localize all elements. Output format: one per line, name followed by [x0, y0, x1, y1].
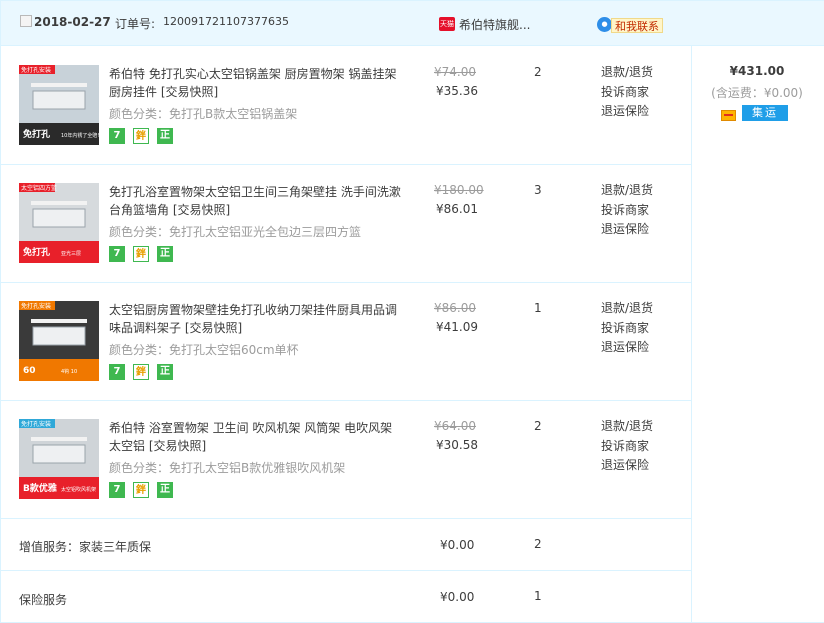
item-quantity: 2: [534, 65, 542, 79]
order-checkbox[interactable]: [20, 15, 32, 27]
genuine-icon[interactable]: 正: [157, 364, 173, 380]
product-title-link[interactable]: 太空铝厨房置物架壁挂免打孔收纳刀架挂件厨具用品调味品调料架子 [交易快照]: [109, 301, 404, 337]
product-title-link[interactable]: 希伯特 免打孔实心太空铝锅盖架 厨房置物架 锅盖挂架 厨房挂件 [交易快照]: [109, 65, 404, 101]
order-item-row: 免打孔安装 60 4钩 10 太空铝厨房置物架壁挂免打孔收纳刀架挂件厨具用品调味…: [1, 282, 691, 400]
order-item-row: 太空铝四方篮 免打孔 亚光三层 免打孔浴室置物架太空铝卫生间三角架壁挂 洗手间洗…: [1, 164, 691, 282]
seven-day-return-icon[interactable]: 7: [109, 482, 125, 498]
product-spec: 颜色分类：免打孔太空铝B款优雅银吹风机架: [109, 461, 346, 475]
product-thumbnail[interactable]: 免打孔安装 B款优雅 太空铝吹风机架: [19, 419, 99, 499]
order-header: 2018-02-27 订单号: 120091721107377635 天猫 希伯…: [1, 0, 824, 46]
refund-return-link[interactable]: 退款/退货: [601, 63, 653, 83]
thumb-top-text: 免打孔安装: [21, 420, 51, 428]
genuine-icon[interactable]: 正: [157, 482, 173, 498]
order-date: 2018-02-27: [34, 15, 111, 29]
product-spec: 颜色分类：免打孔太空铝亚光全包边三层四方篮: [109, 225, 362, 239]
order-number-label: 订单号:: [115, 17, 156, 31]
service-price: ¥0.00: [440, 590, 475, 604]
item-actions: 退款/退货 投诉商家 退运保险: [601, 63, 653, 122]
consolidated-shipping-badge[interactable]: 集运: [742, 105, 788, 121]
shop-name-link[interactable]: 希伯特旗舰...: [459, 16, 530, 33]
chat-bubble-icon: ●: [597, 17, 612, 32]
item-actions: 退款/退货 投诉商家 退运保险: [601, 181, 653, 240]
contact-seller-label: 和我联系: [611, 18, 663, 33]
item-actions: 退款/退货 投诉商家 退运保险: [601, 299, 653, 358]
paid-price: ¥35.36: [436, 84, 478, 98]
complain-seller-link[interactable]: 投诉商家: [601, 437, 653, 457]
complain-seller-link[interactable]: 投诉商家: [601, 83, 653, 103]
original-price: ¥64.00: [434, 419, 476, 433]
return-shipping-insurance-link[interactable]: 退运保险: [601, 338, 653, 358]
product-thumbnail[interactable]: 免打孔安装 60 4钩 10: [19, 301, 99, 381]
paid-price: ¥86.01: [436, 202, 478, 216]
refund-return-link[interactable]: 退款/退货: [601, 299, 653, 319]
order-number: 120091721107377635: [163, 15, 289, 28]
service-label: 增值服务：家装三年质保: [19, 540, 152, 554]
guarantee-icon[interactable]: 鉡: [133, 246, 149, 262]
order-item-row: 免打孔安装 免打孔 10年内锈了全赔! 希伯特 免打孔实心太空铝锅盖架 厨房置物…: [1, 46, 691, 164]
complain-seller-link[interactable]: 投诉商家: [601, 319, 653, 339]
seven-day-return-icon[interactable]: 7: [109, 364, 125, 380]
shipping-fee: (含运费：¥0.00): [711, 86, 803, 100]
service-row-insurance: 保险服务 ¥0.00 1: [1, 570, 691, 622]
paid-price: ¥30.58: [436, 438, 478, 452]
product-title-link[interactable]: 免打孔浴室置物架太空铝卫生间三角架壁挂 洗手间洗漱台角篮墙角 [交易快照]: [109, 183, 404, 219]
thumb-main-text: 免打孔: [23, 128, 50, 140]
product-title-link[interactable]: 希伯特 浴室置物架 卫生间 吹风机架 风筒架 电吹风架 太空铝 [交易快照]: [109, 419, 404, 455]
product-thumbnail[interactable]: 太空铝四方篮 免打孔 亚光三层: [19, 183, 99, 263]
product-spec: 颜色分类：免打孔B款太空铝锅盖架: [109, 107, 298, 121]
tmall-icon: 天猫: [439, 17, 455, 31]
guarantee-icon[interactable]: 鉡: [133, 128, 149, 144]
thumb-sub-text: 4钩 10: [61, 368, 77, 375]
refund-return-link[interactable]: 退款/退货: [601, 417, 653, 437]
genuine-icon[interactable]: 正: [157, 246, 173, 262]
service-label: 保险服务: [19, 593, 68, 607]
bank-card-icon: [721, 110, 736, 121]
seven-day-return-icon[interactable]: 7: [109, 128, 125, 144]
item-quantity: 1: [534, 301, 542, 315]
thumb-main-text: 免打孔: [23, 246, 50, 258]
thumb-sub-text: 太空铝吹风机架: [61, 486, 96, 493]
total-amount: ¥431.00: [729, 64, 785, 78]
thumb-top-text: 免打孔安装: [21, 302, 51, 310]
thumb-sub-text: 10年内锈了全赔!: [61, 132, 99, 139]
thumb-top-text: 太空铝四方篮: [21, 184, 57, 192]
thumb-sub-text: 亚光三层: [61, 250, 81, 257]
item-quantity: 3: [534, 183, 542, 197]
complain-seller-link[interactable]: 投诉商家: [601, 201, 653, 221]
thumb-top-text: 免打孔安装: [21, 66, 51, 74]
refund-return-link[interactable]: 退款/退货: [601, 181, 653, 201]
return-shipping-insurance-link[interactable]: 退运保险: [601, 102, 653, 122]
paid-price: ¥41.09: [436, 320, 478, 334]
order-card: 2018-02-27 订单号: 120091721107377635 天猫 希伯…: [0, 0, 824, 623]
genuine-icon[interactable]: 正: [157, 128, 173, 144]
order-item-row: 免打孔安装 B款优雅 太空铝吹风机架 希伯特 浴室置物架 卫生间 吹风机架 风筒…: [1, 400, 691, 518]
product-spec: 颜色分类：免打孔太空铝60cm单杯: [109, 343, 299, 357]
service-qty: 1: [534, 589, 542, 603]
original-price: ¥86.00: [434, 301, 476, 315]
item-quantity: 2: [534, 419, 542, 433]
service-qty: 2: [534, 537, 542, 551]
order-total: ¥431.00 (含运费：¥0.00) 集运: [692, 46, 824, 164]
item-actions: 退款/退货 投诉商家 退运保险: [601, 417, 653, 476]
original-price: ¥74.00: [434, 65, 476, 79]
product-thumbnail[interactable]: 免打孔安装 免打孔 10年内锈了全赔!: [19, 65, 99, 145]
guarantee-icon[interactable]: 鉡: [133, 482, 149, 498]
thumb-main-text: B款优雅: [23, 482, 57, 494]
seven-day-return-icon[interactable]: 7: [109, 246, 125, 262]
service-row-warranty: 增值服务：家装三年质保 ¥0.00 2: [1, 518, 691, 570]
return-shipping-insurance-link[interactable]: 退运保险: [601, 456, 653, 476]
thumb-main-text: 60: [23, 366, 36, 376]
return-shipping-insurance-link[interactable]: 退运保险: [601, 220, 653, 240]
original-price: ¥180.00: [434, 183, 484, 197]
service-price: ¥0.00: [440, 538, 475, 552]
guarantee-icon[interactable]: 鉡: [133, 364, 149, 380]
